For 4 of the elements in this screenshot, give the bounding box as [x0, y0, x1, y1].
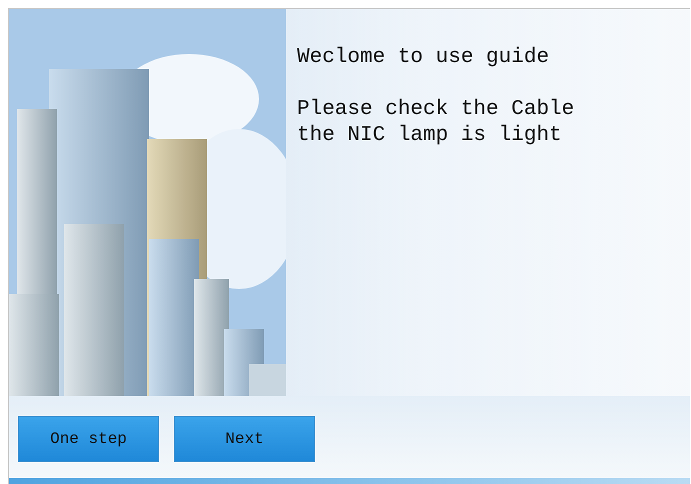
- instruction-text: Please check the Cable the NIC lamp is light: [297, 97, 574, 149]
- next-button[interactable]: Next: [174, 416, 315, 462]
- welcome-text: Weclome to use guide: [297, 45, 550, 71]
- one-step-button[interactable]: One step: [18, 416, 159, 462]
